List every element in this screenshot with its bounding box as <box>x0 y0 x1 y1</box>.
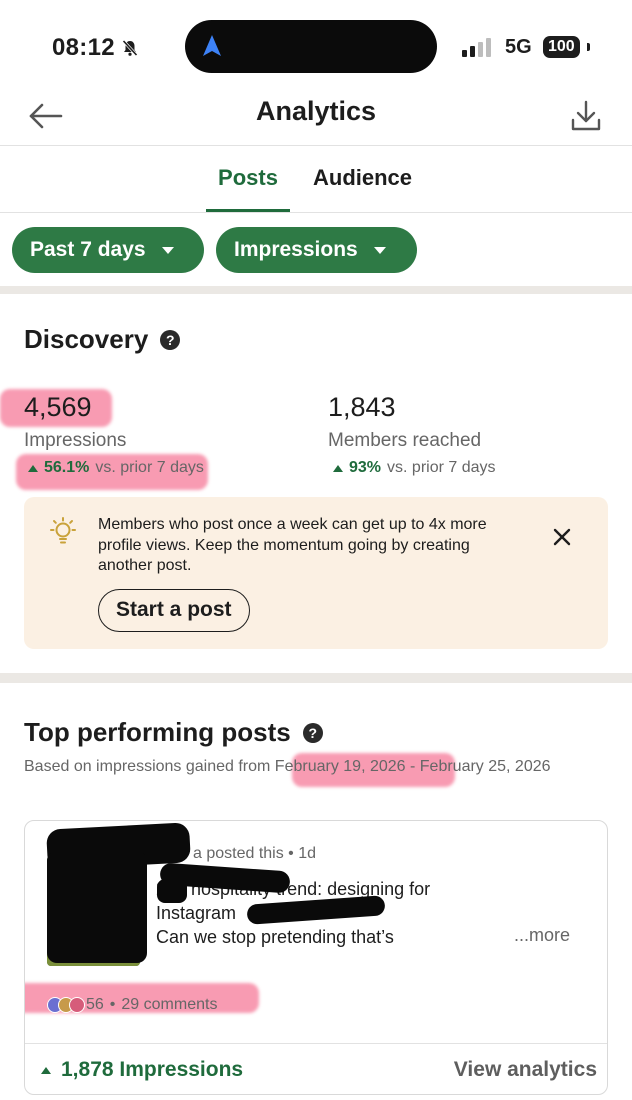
date-range-label: Past 7 days <box>30 238 146 261</box>
members-reached-change-text: vs. prior 7 days <box>387 459 496 476</box>
date-range-note: Based on impressions gained from Februar… <box>24 758 551 775</box>
separator-dot: • <box>109 996 116 1013</box>
help-icon[interactable]: ? <box>302 722 323 743</box>
tab-active-indicator <box>206 209 290 212</box>
chevron-down-icon <box>161 246 174 254</box>
filter-bar: Past 7 days Impressions <box>0 214 632 286</box>
members-reached-change: 93% vs. prior 7 days <box>333 459 496 477</box>
impressions-label: Impressions <box>24 430 127 451</box>
impressions-change-text: vs. prior 7 days <box>95 459 204 476</box>
network-label: 5G <box>505 36 532 58</box>
top-post-card[interactable]: a posted this • 1d 202 hospitality trend… <box>24 820 608 1095</box>
section-divider <box>0 673 632 683</box>
post-meta: a posted this • 1d <box>193 845 317 862</box>
section-divider <box>0 286 632 294</box>
post-text-line: Can we stop pretending that’s <box>156 927 394 947</box>
discovery-title: Discovery ? <box>24 324 181 355</box>
impressions-change: 56.1% vs. prior 7 days <box>28 459 204 477</box>
post-impressions-text: 1,878 Impressions <box>61 1058 244 1081</box>
date-range-dropdown[interactable]: Past 7 days <box>12 227 204 273</box>
status-bar: 08:12 5G 100 <box>0 0 632 92</box>
discovery-title-text: Discovery <box>24 324 149 354</box>
bell-slash-icon <box>122 39 138 57</box>
status-time-text: 08:12 <box>52 34 115 61</box>
impressions-value: 4,569 <box>24 392 92 422</box>
download-icon[interactable] <box>568 96 604 136</box>
chevron-down-icon <box>373 246 386 254</box>
lightbulb-icon <box>50 517 76 544</box>
impressions-change-pct: 56.1% <box>44 459 90 476</box>
post-engagement[interactable]: 56 • 29 comments <box>47 996 217 1014</box>
redaction-mark <box>157 879 187 903</box>
comment-count: 29 comments <box>121 996 218 1013</box>
tab-posts[interactable]: Posts <box>206 165 290 191</box>
battery-icon: 100 <box>543 36 580 58</box>
trend-up-icon <box>28 464 38 472</box>
tab-bar: Posts Audience <box>0 147 632 213</box>
tip-text: Members who post once a week can get up … <box>98 516 487 574</box>
top-posts-title-text: Top performing posts <box>24 717 291 747</box>
tab-audience[interactable]: Audience <box>313 165 412 191</box>
signal-icon <box>462 38 491 57</box>
location-arrow-icon <box>203 35 221 56</box>
more-link[interactable]: ...more <box>514 925 570 946</box>
post-card-footer: 1,878 Impressions View analytics <box>25 1043 607 1094</box>
metric-label: Impressions <box>234 238 358 261</box>
trend-up-icon <box>333 464 343 472</box>
close-icon[interactable] <box>550 525 574 549</box>
members-reached-change-pct: 93% <box>349 459 382 476</box>
metric-dropdown[interactable]: Impressions <box>216 227 417 273</box>
reaction-icons <box>47 997 85 1013</box>
page-title: Analytics <box>255 96 377 126</box>
status-time: 08:12 <box>52 34 139 62</box>
view-analytics-link[interactable]: View analytics <box>454 1058 597 1082</box>
reaction-count: 56 <box>86 996 104 1013</box>
redaction-mark <box>47 851 147 963</box>
app-header: Analytics <box>0 88 632 146</box>
members-reached-label: Members reached <box>328 430 482 451</box>
members-reached-value: 1,843 <box>328 392 396 422</box>
battery-tip <box>587 43 590 51</box>
start-post-button[interactable]: Start a post <box>98 589 250 632</box>
tip-card: Members who post once a week can get up … <box>24 497 608 649</box>
post-impressions: 1,878 Impressions <box>41 1058 243 1082</box>
trend-up-icon <box>41 1066 51 1074</box>
top-posts-title: Top performing posts ? <box>24 717 323 748</box>
help-icon[interactable]: ? <box>160 329 181 350</box>
